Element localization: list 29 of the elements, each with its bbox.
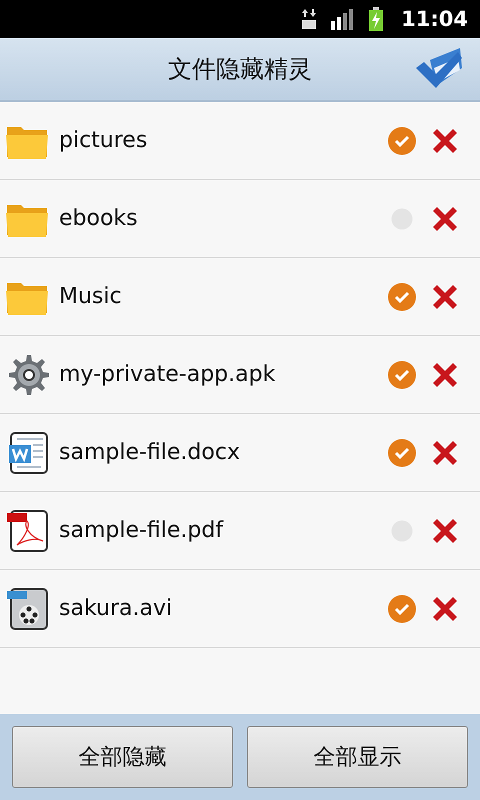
hide-checkbox[interactable] [388, 438, 416, 466]
file-name: sakura.avi [59, 596, 174, 621]
file-row[interactable]: sample-file.docx [0, 414, 480, 492]
folder-check-icon[interactable] [414, 46, 464, 90]
clock-time: 11:04 [401, 7, 468, 31]
file-name: sample-file.docx [59, 440, 241, 465]
hide-checkbox[interactable] [388, 126, 416, 154]
battery-icon [369, 7, 384, 31]
file-row[interactable]: my-private-app.apk [0, 336, 480, 414]
video-file-icon [5, 586, 51, 630]
app-title: 文件隐藏精灵 [168, 54, 312, 85]
action-button[interactable]: 全部显示 [247, 726, 468, 788]
action-button[interactable]: 全部隐藏 [12, 726, 233, 788]
file-name: my-private-app.apk [59, 362, 276, 387]
hide-checkbox[interactable] [388, 594, 416, 622]
hide-checkbox[interactable] [388, 360, 416, 388]
pdf-document-icon [5, 508, 51, 552]
file-row[interactable]: pictures [0, 102, 480, 180]
data-arrows-icon [301, 8, 318, 30]
file-row[interactable]: sakura.avi [0, 570, 480, 648]
file-row[interactable]: ebooks [0, 180, 480, 258]
file-row[interactable]: Music [0, 258, 480, 336]
hide-checkbox[interactable] [388, 282, 416, 310]
file-row[interactable]: sample-file.pdf [0, 492, 480, 570]
file-name: Music [59, 284, 123, 309]
signal-icon [331, 8, 356, 30]
file-name: sample-file.pdf [59, 518, 224, 543]
file-name: ebooks [59, 206, 139, 231]
file-name: pictures [59, 128, 148, 153]
